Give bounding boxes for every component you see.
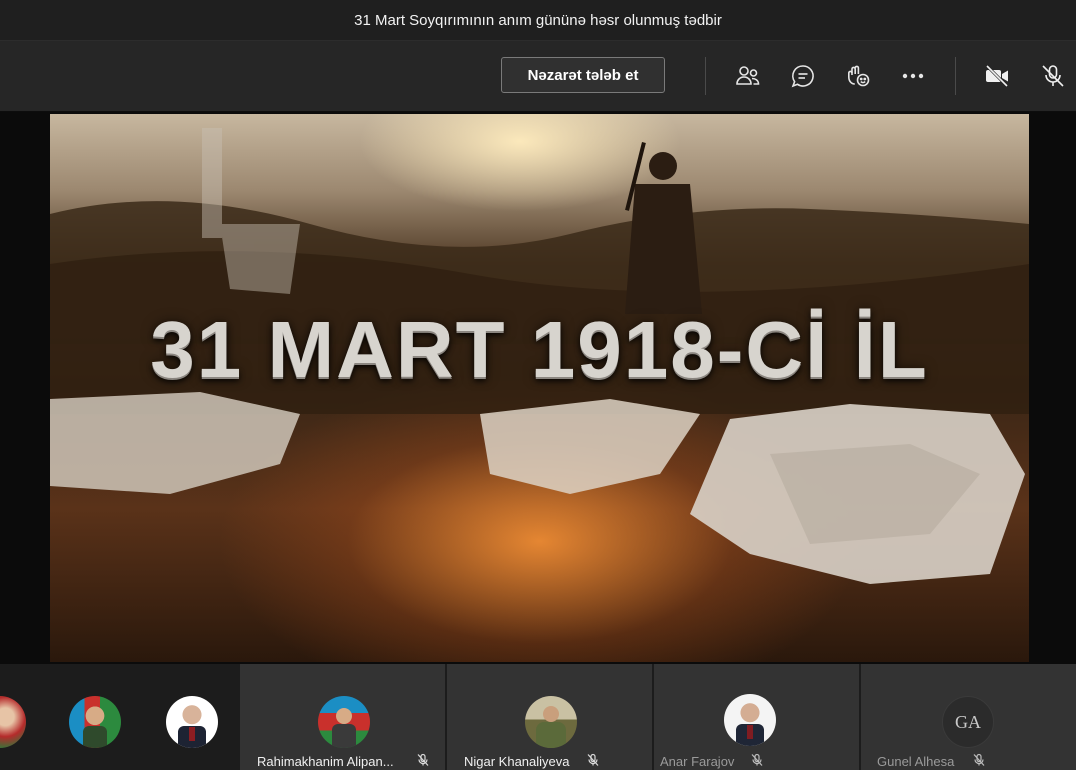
shared-video: 31 MART 1918-Cİ İL xyxy=(50,114,1029,662)
window-title-bar: 31 Mart Soyqırımının anım gününə həsr ol… xyxy=(0,0,1076,41)
mic-off-icon xyxy=(417,753,429,766)
participants-icon[interactable] xyxy=(733,61,763,91)
participant-tile[interactable] xyxy=(144,664,240,770)
mic-off-icon xyxy=(587,753,599,766)
participant-avatar: GA xyxy=(942,696,994,748)
participant-name: Nigar Khanaliyeva xyxy=(464,754,570,769)
toolbar-divider xyxy=(705,57,706,95)
soldier-silhouette xyxy=(625,142,702,314)
mic-off-icon xyxy=(973,753,985,766)
participant-name: Rahimakhanim Alipan... xyxy=(257,754,394,769)
participant-tile[interactable]: Nigar Khanaliyeva xyxy=(447,664,652,770)
mic-off-icon[interactable] xyxy=(1038,61,1068,91)
participant-avatar xyxy=(525,696,577,748)
participant-tile[interactable]: GA Gunel Alhesa xyxy=(861,664,1076,770)
participants-strip: Rahimakhanim Alipan... Nigar Khanaliyeva… xyxy=(0,664,1076,770)
participant-avatar xyxy=(69,696,121,748)
meeting-title: 31 Mart Soyqırımının anım gününə həsr ol… xyxy=(354,11,722,29)
video-caption-text: 31 MART 1918-Cİ İL xyxy=(150,305,929,394)
shared-content-stage: 31 MART 1918-Cİ İL xyxy=(0,112,1076,664)
chat-icon[interactable] xyxy=(788,61,818,91)
toolbar-divider xyxy=(955,57,956,95)
participant-tile[interactable]: Rahimakhanim Alipan... xyxy=(240,664,445,770)
participant-tile[interactable] xyxy=(48,664,144,770)
participant-tile[interactable] xyxy=(0,664,48,770)
meeting-toolbar: Nəzarət tələb et xyxy=(0,41,1076,111)
participant-name: Anar Farajov xyxy=(660,754,735,769)
more-options-icon[interactable] xyxy=(898,61,928,91)
reactions-icon[interactable] xyxy=(843,61,873,91)
participant-avatar xyxy=(0,696,26,748)
participant-tile[interactable]: Anar Farajov xyxy=(654,664,859,770)
participant-avatar xyxy=(724,694,776,746)
participant-avatar xyxy=(166,696,218,748)
mic-off-icon xyxy=(751,753,763,766)
camera-off-icon[interactable] xyxy=(982,61,1012,91)
participant-avatar xyxy=(318,696,370,748)
participant-name: Gunel Alhesa xyxy=(877,754,955,769)
request-control-button[interactable]: Nəzarət tələb et xyxy=(501,57,665,93)
